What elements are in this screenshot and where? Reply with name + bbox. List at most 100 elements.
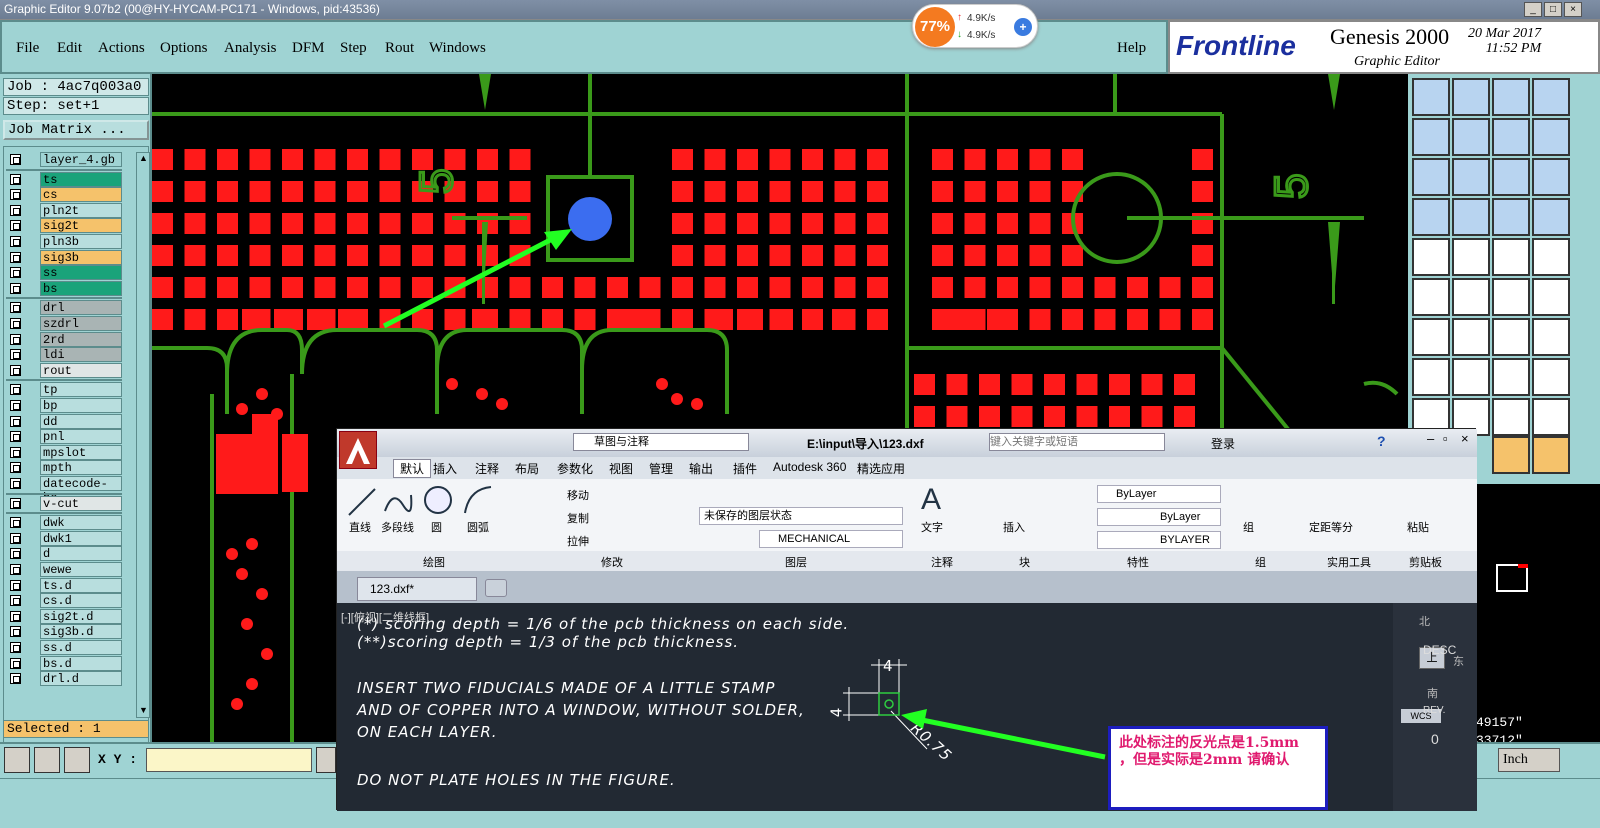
layer-checkbox[interactable] (10, 364, 21, 376)
modify-move-label[interactable]: 移动 (567, 487, 589, 503)
layer-name[interactable]: datecode-bs (40, 476, 122, 505)
snap-icon[interactable] (1412, 198, 1450, 236)
layer-name[interactable]: v-cut (40, 495, 122, 511)
pad-add-icon[interactable] (1412, 358, 1450, 396)
layer-checkbox[interactable] (10, 431, 21, 443)
layer-name[interactable]: ts (40, 171, 122, 187)
layer-name[interactable]: cs (40, 187, 122, 203)
layer-toggle2-icon[interactable] (1532, 198, 1570, 236)
ribbon-panel-label[interactable]: 块 (1019, 554, 1030, 570)
lineweight-select[interactable]: BYLAYER (1097, 531, 1221, 549)
maximize-button[interactable]: □ (1544, 2, 1562, 17)
layer-checkbox[interactable] (10, 673, 21, 685)
layer-name[interactable]: drl (40, 300, 122, 316)
modify-stretch-label[interactable]: 拉伸 (567, 533, 589, 549)
angle-icon[interactable] (1412, 318, 1450, 356)
layer-row[interactable]: mpth (6, 460, 122, 476)
layer-name[interactable]: pln2t (40, 202, 122, 218)
menu-windows[interactable]: Windows (429, 40, 486, 57)
triangle4-icon[interactable] (1532, 398, 1570, 436)
layer-name[interactable]: szdrl (40, 316, 122, 331)
layer-row[interactable]: cs (6, 187, 122, 203)
acad-close-button[interactable]: × (1461, 431, 1469, 446)
xy-input[interactable] (146, 748, 312, 772)
ribbon-panel-label[interactable]: 图层 (785, 554, 807, 570)
ribbon-tab[interactable]: 管理 (649, 460, 673, 477)
linetype-select[interactable]: ByLayer (1097, 508, 1221, 526)
layer-name[interactable]: mpslot (40, 444, 122, 460)
layer-checkbox[interactable] (10, 236, 21, 247)
viewcube-panel[interactable]: 北 上 东 南 WCS DESC REV. 0 (1393, 603, 1477, 811)
new-tab-button[interactable] (485, 579, 507, 597)
house-icon[interactable] (1492, 78, 1530, 116)
arrow-right-icon[interactable] (1452, 118, 1490, 156)
layer-checkbox[interactable] (10, 478, 21, 489)
layer-row[interactable]: drl (6, 300, 122, 316)
layer-name[interactable]: rout (40, 362, 122, 378)
modify-copy-label[interactable]: 复制 (567, 510, 589, 526)
layer-name[interactable]: dwk1 (40, 530, 122, 546)
layer-checkbox[interactable] (10, 333, 21, 345)
layer-checkbox[interactable] (10, 349, 21, 361)
menu-help[interactable]: Help (1117, 40, 1146, 57)
arrow-left-icon[interactable] (1412, 118, 1450, 156)
home-down-icon[interactable] (1452, 78, 1490, 116)
layer-name[interactable]: 2rd (40, 331, 122, 347)
layer-checkbox[interactable] (10, 282, 21, 294)
layer-checkbox[interactable] (10, 173, 21, 185)
layer-toggle-icon[interactable] (1492, 198, 1530, 236)
ribbon-panel-label[interactable]: 注释 (931, 554, 953, 570)
ribbon-tab[interactable]: 默认 (393, 459, 432, 478)
layer-row[interactable]: bp (6, 398, 122, 413)
layer-checkbox[interactable] (10, 384, 21, 396)
ribbon-panel-label[interactable]: 组 (1255, 554, 1266, 570)
ribbon-panel-label[interactable]: 绘图 (423, 554, 445, 570)
menu-step[interactable]: Step (340, 40, 367, 57)
polyline-tool-icon[interactable] (381, 485, 415, 519)
layer-row[interactable]: bs (6, 280, 122, 296)
layer-row[interactable]: tp (6, 382, 122, 398)
layer-name[interactable]: bs.d (40, 655, 122, 671)
text-tool-icon[interactable]: A (921, 483, 941, 517)
layer-name[interactable]: drl.d (40, 671, 122, 687)
layer-checkbox[interactable] (10, 579, 21, 591)
probe-icon[interactable] (1452, 198, 1490, 236)
cross-icon[interactable] (1452, 278, 1490, 316)
layer-name[interactable]: cs.d (40, 593, 122, 609)
step-icon[interactable] (1532, 118, 1570, 156)
layer-checkbox[interactable] (10, 657, 21, 669)
layer-row[interactable]: bs.d (6, 655, 122, 671)
ribbon-tab[interactable]: 插入 (433, 460, 457, 477)
layer-checkbox[interactable] (10, 251, 21, 263)
layer-name[interactable]: ts.d (40, 577, 122, 593)
layer-name[interactable]: ldi (40, 347, 122, 363)
plus-icon[interactable]: + (1014, 18, 1032, 36)
color-select[interactable]: ByLayer (1097, 485, 1221, 503)
ribbon-panel-label[interactable]: 修改 (601, 554, 623, 570)
layer-checkbox[interactable] (10, 415, 21, 427)
menu-actions[interactable]: Actions (98, 40, 145, 57)
rotate-icon[interactable] (1492, 118, 1530, 156)
minimize-button[interactable]: _ (1524, 2, 1542, 17)
layer-checkbox[interactable] (10, 220, 21, 232)
menu-analysis[interactable]: Analysis (224, 40, 277, 57)
layer-checkbox[interactable] (10, 446, 21, 458)
panel-icon[interactable] (1532, 78, 1570, 116)
measure-icon[interactable] (1492, 358, 1530, 396)
layer-checkbox[interactable] (10, 517, 21, 529)
line-tool-icon[interactable] (345, 485, 379, 519)
ribbon-tab[interactable]: 注释 (475, 460, 499, 477)
ribbon-tab[interactable]: 布局 (515, 460, 539, 477)
layer-state-select[interactable]: 未保存的图层状态 (699, 507, 903, 525)
ribbon-panel-label[interactable]: 实用工具 (1327, 554, 1371, 570)
layer-checkbox[interactable] (10, 548, 21, 560)
menu-edit[interactable]: Edit (57, 40, 82, 57)
frame-icon[interactable] (1532, 318, 1570, 356)
layer-select[interactable]: MECHANICAL (759, 530, 903, 548)
line-add-icon[interactable] (1452, 358, 1490, 396)
layer-name[interactable]: sig2t (40, 218, 122, 234)
layer-name[interactable]: dwk (40, 515, 122, 531)
ribbon-tab[interactable]: Autodesk 360 (773, 460, 846, 474)
layer-row[interactable]: ts.d (6, 577, 122, 593)
layer-name[interactable]: dd (40, 413, 122, 429)
